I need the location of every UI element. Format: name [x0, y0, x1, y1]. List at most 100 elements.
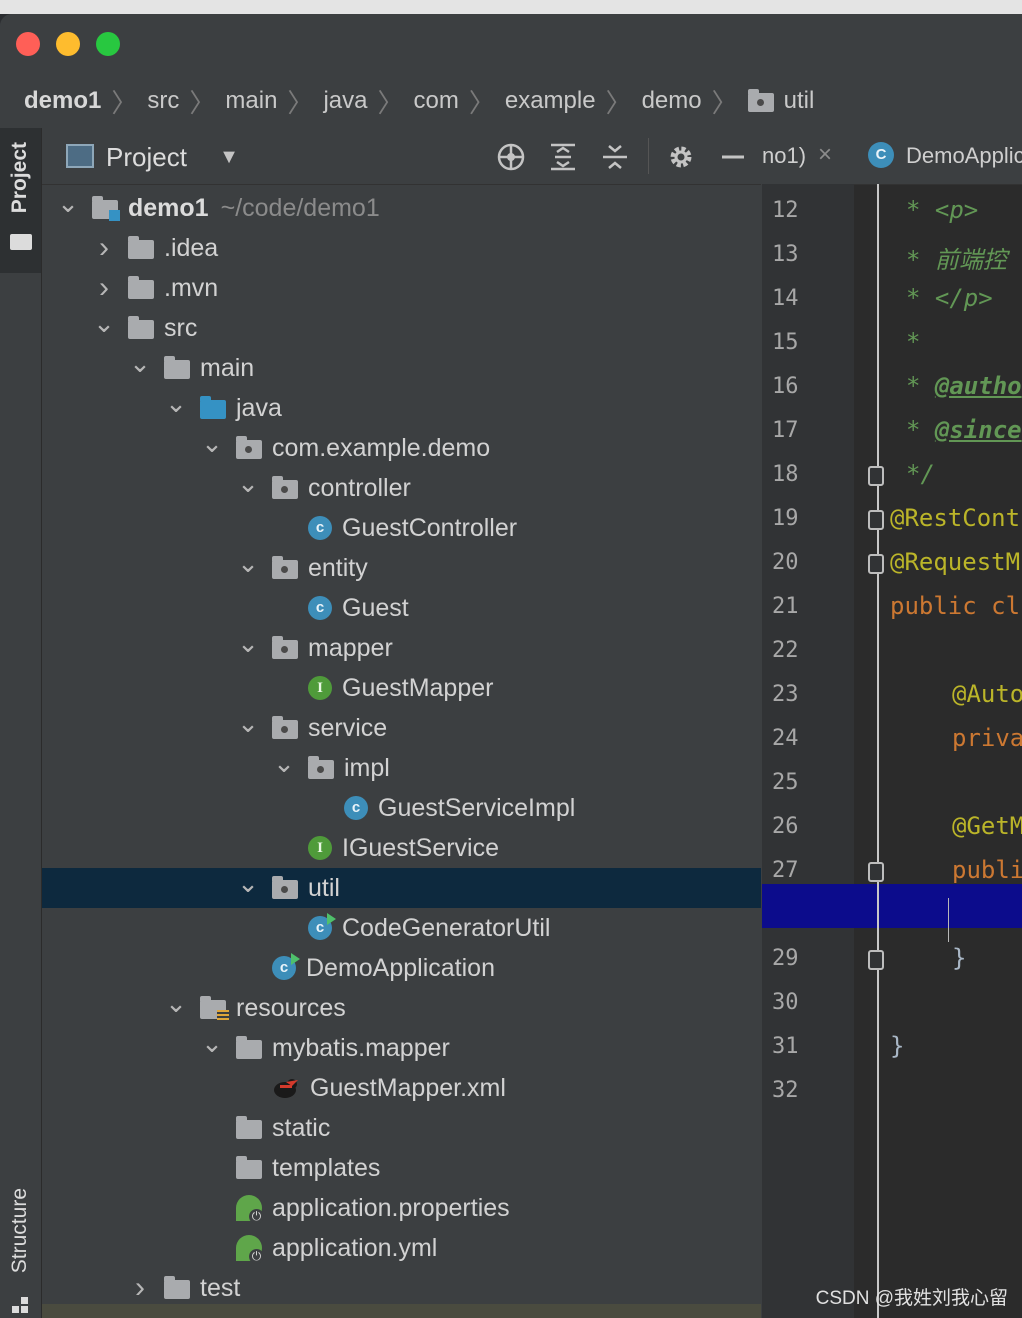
tree-row[interactable]: › .mvn	[42, 268, 761, 308]
chevron-down-icon[interactable]: ⌄	[200, 430, 224, 460]
tree-row[interactable]: ⌄ src	[42, 308, 761, 348]
chevron-down-icon[interactable]: ⌄	[128, 350, 152, 380]
project-panel-header: Project ▼	[42, 128, 761, 185]
tree-row[interactable]: c DemoApplication	[42, 948, 761, 988]
tree-item-label: com.example.demo	[272, 433, 491, 462]
project-panel: Project ▼ ⌄ demo1 ~/code/demo1 › .idea › .mvn ⌄…	[42, 128, 761, 1318]
tree-row[interactable]: ⌄ service	[42, 708, 761, 748]
breadcrumb-item[interactable]: example	[505, 87, 596, 115]
folder-icon	[10, 234, 32, 250]
breadcrumb-item[interactable]: src	[147, 87, 179, 115]
tab-active-label[interactable]: DemoApplic	[906, 143, 1022, 169]
minimize-window-button[interactable]	[56, 32, 80, 56]
tree-item-label: resources	[236, 993, 346, 1022]
package-icon	[747, 89, 774, 112]
tree-row[interactable]: I IGuestService	[42, 828, 761, 868]
tree-row[interactable]: ⌄ mybatis.mapper	[42, 1028, 761, 1068]
tree-row[interactable]: c GuestServiceImpl	[42, 788, 761, 828]
code-line: publi	[952, 856, 1022, 884]
code-line: *	[906, 328, 921, 356]
breadcrumb-item[interactable]: main	[225, 87, 277, 115]
line-number: 13	[772, 242, 799, 267]
breadcrumb-item[interactable]: demo1	[24, 87, 101, 115]
chevron-down-icon[interactable]: ⌄	[92, 310, 116, 340]
chevron-down-icon[interactable]: ⌄	[236, 630, 260, 660]
tree-row[interactable]: c Guest	[42, 588, 761, 628]
chevron-down-icon[interactable]: ⌄	[236, 550, 260, 580]
tree-row[interactable]: ⌄ util	[42, 868, 761, 908]
chevron-down-icon[interactable]: ▼	[214, 142, 244, 172]
tree-row[interactable]: ⌄ java	[42, 388, 761, 428]
line-number: 25	[772, 770, 799, 795]
folder-icon	[236, 1156, 262, 1179]
tree-row[interactable]: ⌄ main	[42, 348, 761, 388]
line-number: 30	[772, 990, 799, 1015]
breadcrumb-item[interactable]: demo	[642, 87, 702, 115]
tree-row[interactable]: I GuestMapper	[42, 668, 761, 708]
tree-row[interactable]: ⌄ impl	[42, 748, 761, 788]
fold-marker-icon[interactable]	[868, 862, 884, 882]
fold-marker-icon[interactable]	[868, 950, 884, 970]
hide-panel-icon[interactable]	[718, 142, 748, 172]
interface-icon: I	[308, 836, 332, 860]
chevron-down-icon[interactable]: ⌄	[56, 190, 80, 220]
breadcrumb-item[interactable]: com	[413, 87, 458, 115]
fold-marker-icon[interactable]	[868, 466, 884, 486]
chevron-down-icon[interactable]: ⌄	[236, 870, 260, 900]
locate-file-icon[interactable]	[496, 142, 526, 172]
tree-row[interactable]: ⌄ com.example.demo	[42, 428, 761, 468]
tree-row[interactable]: c GuestController	[42, 508, 761, 548]
breadcrumb-item[interactable]: java	[323, 87, 367, 115]
tree-row[interactable]: application.yml	[42, 1228, 761, 1268]
tree-row[interactable]: c CodeGeneratorUtil	[42, 908, 761, 948]
chevron-right-icon[interactable]: ›	[92, 273, 116, 303]
project-tool-button[interactable]: Project	[0, 128, 41, 273]
chevron-right-icon[interactable]: ›	[128, 1273, 152, 1303]
chevron-down-icon[interactable]: ⌄	[164, 990, 188, 1020]
class-icon: c	[308, 516, 332, 540]
line-number: 29	[772, 946, 799, 971]
close-window-button[interactable]	[16, 32, 40, 56]
tab-partial-label[interactable]: no1)	[762, 143, 806, 169]
chevron-down-icon[interactable]: ⌄	[200, 1030, 224, 1060]
tree-item-label: IGuestService	[342, 833, 500, 862]
close-tab-icon[interactable]: ×	[818, 141, 832, 169]
tree-row[interactable]: ⌄ controller	[42, 468, 761, 508]
tree-item-label: GuestMapper.xml	[310, 1073, 506, 1102]
spring-config-icon	[236, 1195, 264, 1224]
tree-row[interactable]: ⌄ entity	[42, 548, 761, 588]
breadcrumb-separator-icon: 〉	[111, 87, 138, 118]
tree-row[interactable]: ⌄ resources	[42, 988, 761, 1028]
chevron-down-icon[interactable]: ⌄	[272, 750, 296, 780]
tree-row[interactable]: application.properties	[42, 1188, 761, 1228]
tree-item-label: GuestMapper	[342, 673, 494, 702]
code-line: * @since	[906, 416, 1022, 444]
structure-tool-button[interactable]: Structure	[0, 1168, 41, 1318]
tree-item-label: application.yml	[272, 1233, 438, 1262]
tree-row[interactable]: › .idea	[42, 228, 761, 268]
tree-row[interactable]: static	[42, 1108, 761, 1148]
gear-icon[interactable]	[666, 142, 696, 172]
chevron-right-icon[interactable]: ›	[92, 233, 116, 263]
tree-row[interactable]: › test	[42, 1268, 761, 1308]
project-view-title[interactable]: Project	[106, 142, 187, 173]
fold-marker-icon[interactable]	[868, 554, 884, 574]
expand-all-icon[interactable]	[548, 142, 578, 172]
tree-row[interactable]: ⌄ mapper	[42, 628, 761, 668]
line-number: 14	[772, 286, 799, 311]
chevron-down-icon[interactable]: ⌄	[164, 390, 188, 420]
collapse-all-icon[interactable]	[600, 142, 630, 172]
code-line: * @autho	[906, 372, 1022, 400]
tree-row[interactable]: ⌄ demo1 ~/code/demo1	[42, 188, 761, 228]
line-number: 23	[772, 682, 799, 707]
chevron-down-icon[interactable]: ⌄	[236, 470, 260, 500]
fold-marker-icon[interactable]	[868, 510, 884, 530]
tree-row[interactable]: GuestMapper.xml	[42, 1068, 761, 1108]
tree-row[interactable]: templates	[42, 1148, 761, 1188]
chevron-down-icon[interactable]: ⌄	[236, 710, 260, 740]
title-bar	[0, 14, 1022, 74]
zoom-window-button[interactable]	[96, 32, 120, 56]
breadcrumb-item[interactable]: util	[784, 87, 815, 115]
